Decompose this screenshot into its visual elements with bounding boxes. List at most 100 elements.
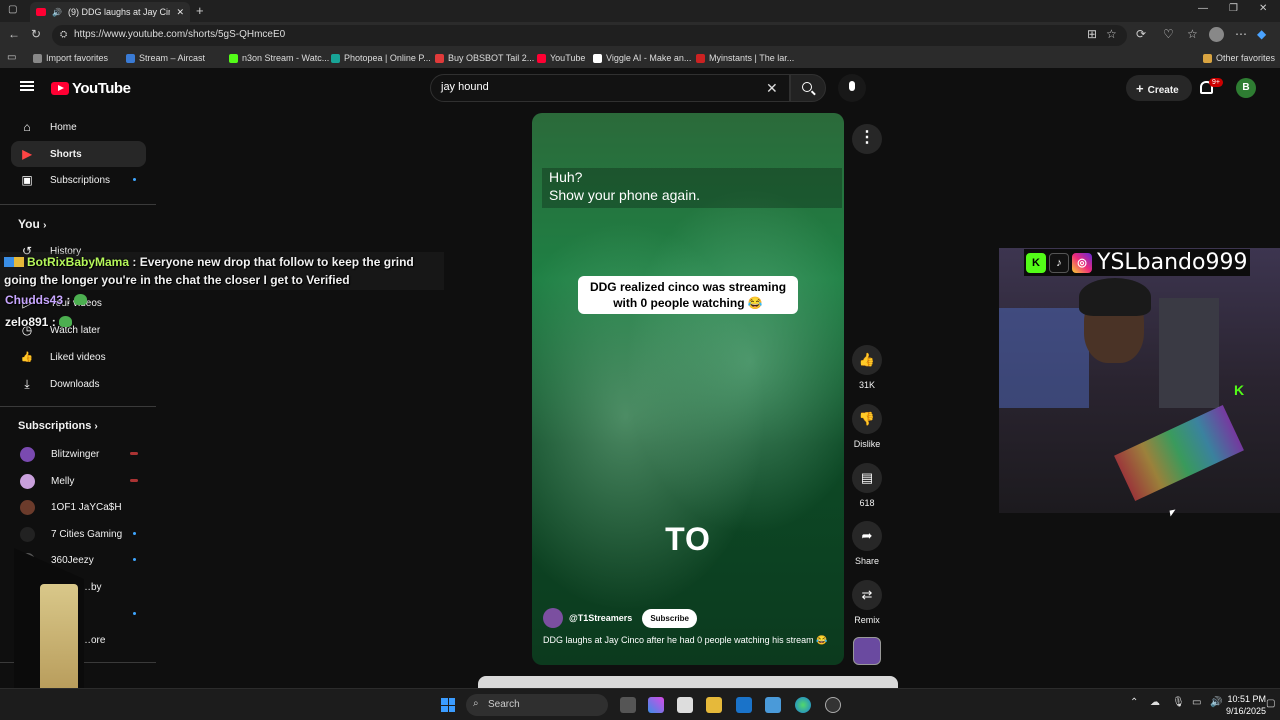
site-info-icon[interactable]: ⛭	[60, 29, 67, 40]
bookmark-icon	[593, 53, 602, 63]
like-button[interactable]: 👍 31K	[850, 345, 884, 390]
outlook-icon[interactable]	[736, 697, 752, 713]
account-avatar[interactable]: B	[1236, 78, 1256, 98]
clear-search-icon[interactable]: ✕	[766, 80, 778, 97]
sidebar-item-home[interactable]: ⌂ Home	[11, 114, 146, 140]
taskbar-search[interactable]: ⌕ Search	[466, 694, 608, 716]
bookmark-icon	[537, 53, 546, 63]
app-available-icon[interactable]: ⊞	[1087, 27, 1097, 41]
favorites-icon[interactable]: ☆	[1187, 27, 1198, 41]
notification-center-icon[interactable]: ▢	[1266, 698, 1275, 709]
short-video-player[interactable]: Huh? Show your phone again. DDG realized…	[532, 113, 844, 665]
channel-avatar[interactable]	[543, 608, 563, 628]
refresh-icon[interactable]: ↻	[31, 27, 41, 41]
bookmark-item[interactable]: Buy OBSBOT Tail 2...	[435, 53, 534, 63]
youtube-logo[interactable]: YouTube	[51, 80, 131, 97]
start-button-icon[interactable]	[441, 698, 455, 712]
file-explorer-icon[interactable]	[706, 697, 722, 713]
video-description[interactable]: DDG laughs at Jay Cinco after he had 0 p…	[543, 635, 827, 646]
browser-tab[interactable]: 🔊 (9) DDG laughs at Jay Cinco ✕	[30, 2, 190, 22]
close-window-icon[interactable]: ✕	[1259, 3, 1267, 14]
create-button[interactable]: + Create	[1126, 75, 1192, 101]
browser-essentials-icon[interactable]: ♡	[1163, 27, 1174, 41]
chat-username: BotRixBabyMama	[27, 255, 130, 269]
channel-name[interactable]: @T1Streamers	[569, 613, 632, 623]
subscription-item[interactable]: 1OF1 JaYCa$H	[11, 494, 146, 520]
subscription-label: Blitzwinger	[51, 448, 100, 460]
tab-actions-icon[interactable]: ▢	[8, 4, 17, 15]
home-icon: ⌂	[23, 120, 31, 134]
edge-icon[interactable]	[795, 697, 811, 713]
new-content-dot	[133, 612, 136, 615]
bookmark-label: Viggle AI - Make an...	[606, 53, 692, 63]
new-tab-icon[interactable]: +	[196, 3, 204, 18]
bookmark-item[interactable]: Myinstants | The lar...	[696, 53, 794, 63]
youtube-header: YouTube jay hound ✕ + Create 9+ B	[0, 68, 1280, 108]
bookmark-item[interactable]: Viggle AI - Make an...	[593, 53, 691, 63]
subscriptions-heading[interactable]: Subscriptions ›	[18, 420, 98, 432]
menu-icon[interactable]	[20, 81, 34, 91]
favorite-star-icon[interactable]: ☆	[1106, 27, 1117, 41]
share-button[interactable]: ➦ Share	[850, 521, 884, 566]
dislike-button[interactable]: 👎 Dislike	[850, 404, 884, 449]
video-overlay-caption: DDG realized cinco was streaming with 0 …	[578, 276, 798, 314]
bookmark-label: Import favorites	[46, 53, 109, 63]
extensions-icon[interactable]: ⟳	[1136, 27, 1146, 41]
caption-line: Huh?	[549, 169, 583, 185]
bookmark-item[interactable]: Stream – Aircast	[126, 53, 205, 63]
you-heading[interactable]: You ›	[18, 217, 46, 231]
copilot-app-icon[interactable]	[648, 697, 664, 713]
remix-icon: ⇄	[852, 580, 882, 610]
tray-app-icon[interactable]: ☁	[1150, 697, 1160, 708]
profile-icon[interactable]	[1209, 27, 1224, 42]
voice-search-button[interactable]	[838, 74, 866, 102]
sidebar-item-shorts[interactable]: ▶ Shorts	[11, 141, 146, 167]
subscription-label: 1OF1 JaYCa$H	[51, 501, 122, 513]
comments-button[interactable]: ▤ 618	[850, 463, 884, 508]
rgb-keyboard	[1114, 404, 1244, 502]
copilot-icon[interactable]: ◆	[1257, 27, 1266, 41]
photos-icon[interactable]	[765, 697, 781, 713]
tray-chevron-icon[interactable]: ⌃	[1130, 697, 1138, 708]
downloads-icon: ⤓	[24, 376, 30, 391]
next-short-preview[interactable]	[478, 676, 898, 688]
microphone-icon[interactable]: 🎙	[1172, 697, 1185, 708]
webcam-background	[1159, 298, 1219, 408]
task-view-icon[interactable]	[620, 697, 636, 713]
maximize-icon[interactable]: ❐	[1229, 3, 1238, 14]
subscribe-button[interactable]: Subscribe	[642, 608, 697, 628]
minimize-icon[interactable]: —	[1198, 3, 1208, 14]
obs-icon[interactable]	[825, 697, 841, 713]
search-button[interactable]	[790, 74, 826, 102]
subscription-item[interactable]: Blitzwinger	[11, 441, 146, 467]
bookmark-icon	[229, 53, 238, 63]
like-count: 31K	[858, 380, 875, 390]
subscription-item[interactable]: 7 Cities Gaming	[11, 521, 146, 547]
system-clock[interactable]: 10:51 PM 9/16/2025	[1226, 693, 1266, 717]
settings-more-icon[interactable]: ⋯	[1235, 27, 1247, 41]
url-field[interactable]: ⛭ https://www.youtube.com/shorts/5gS-QHm…	[52, 25, 1127, 46]
close-tab-icon[interactable]: ✕	[176, 7, 184, 18]
remix-button[interactable]: ⇄ Remix	[850, 580, 884, 625]
chat-message: BotRixBabyMama : Everyone new drop that …	[4, 253, 442, 289]
audio-thumbnail[interactable]	[853, 637, 881, 665]
bookmark-item[interactable]: Import favorites	[33, 53, 108, 63]
bookmark-icon	[696, 53, 705, 63]
bookmark-item[interactable]: Photopea | Online P...	[331, 53, 431, 63]
bookmark-item[interactable]: YouTube	[537, 53, 585, 63]
sidebar-item-subscriptions[interactable]: ▣ Subscriptions	[11, 167, 146, 193]
sidebar-item-liked-videos[interactable]: 👍 Liked videos	[11, 344, 146, 370]
bookmark-item[interactable]: n3on Stream - Watc...	[229, 53, 329, 63]
bookmarks-menu-icon[interactable]: ▭	[7, 52, 16, 63]
store-icon[interactable]	[677, 697, 693, 713]
speaker-icon[interactable]: 🔊	[52, 8, 62, 17]
subscription-item[interactable]: Melly	[11, 468, 146, 494]
sidebar-item-downloads[interactable]: ⤓ Downloads	[11, 371, 146, 397]
search-input[interactable]: jay hound	[430, 74, 790, 102]
back-icon[interactable]: ←	[8, 27, 20, 41]
crown-badge-icon	[14, 257, 24, 267]
more-options-button[interactable]: ⋮	[852, 124, 882, 154]
volume-icon[interactable]: 🔊	[1210, 697, 1222, 708]
network-icon[interactable]: ▭	[1192, 697, 1201, 708]
other-favorites[interactable]: Other favorites	[1203, 53, 1275, 63]
